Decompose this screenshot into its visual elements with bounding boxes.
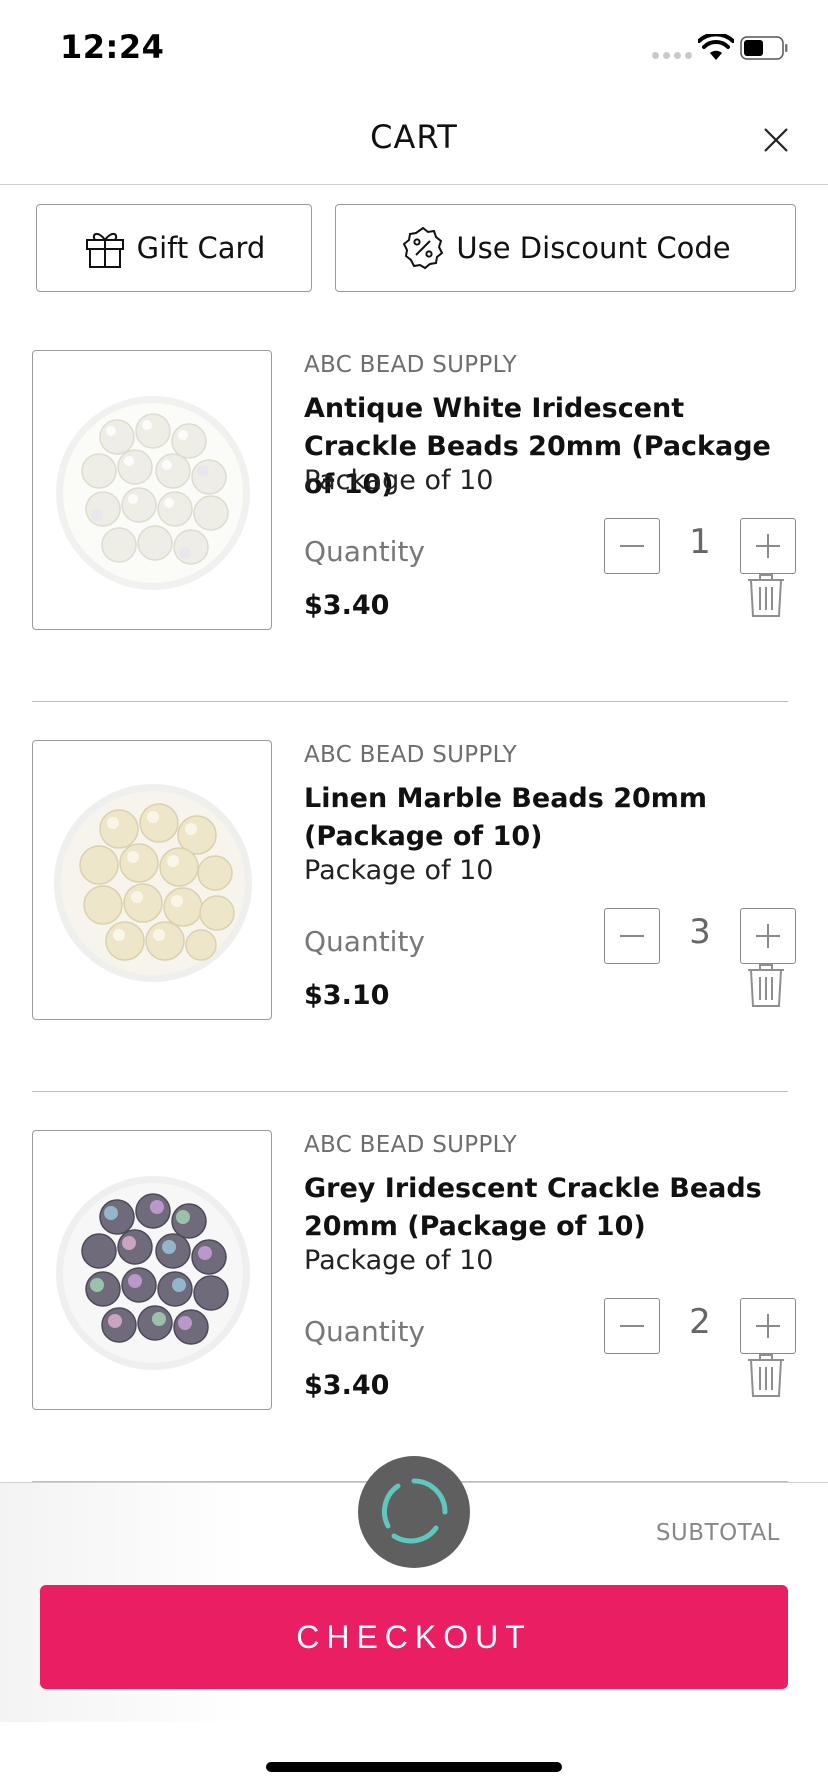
subtotal-label: SUBTOTAL <box>655 1520 780 1546</box>
quantity-decrease-button[interactable] <box>604 1298 660 1354</box>
loading-spinner <box>358 1456 470 1568</box>
page-title: CART <box>370 118 458 156</box>
quantity-increase-button[interactable] <box>740 518 796 574</box>
quantity-value: 3 <box>689 912 711 952</box>
discount-badge-icon <box>403 226 444 270</box>
gift-card-button[interactable]: Gift Card <box>36 204 312 292</box>
home-indicator[interactable] <box>266 1762 562 1772</box>
item-price: $3.40 <box>304 1370 390 1401</box>
status-time: 12:24 <box>60 28 165 66</box>
checkout-button[interactable]: CHECKOUT <box>40 1585 788 1689</box>
status-bar: 12:24 <box>0 0 828 100</box>
vendor-name: ABC BEAD SUPPLY <box>304 742 518 768</box>
product-name[interactable]: Linen Marble Beads 20mm (Package of 10) <box>304 780 788 856</box>
quantity-decrease-button[interactable] <box>604 518 660 574</box>
quantity-decrease-button[interactable] <box>604 908 660 964</box>
vendor-name: ABC BEAD SUPPLY <box>304 352 518 378</box>
quantity-label: Quantity <box>304 1315 425 1348</box>
cart-item: ABC BEAD SUPPLY Antique White Iridescent… <box>32 312 796 702</box>
quantity-increase-button[interactable] <box>740 1298 796 1354</box>
gift-icon <box>85 233 124 268</box>
discount-code-label: Use Discount Code <box>456 231 731 265</box>
cart-header: CART <box>0 100 828 185</box>
cart-item: ABC BEAD SUPPLY Linen Marble Beads 20mm … <box>32 702 796 1092</box>
product-image[interactable] <box>32 740 272 1020</box>
gift-card-label: Gift Card <box>136 231 266 265</box>
quantity-label: Quantity <box>304 535 425 568</box>
close-icon[interactable] <box>756 120 796 160</box>
quantity-value: 2 <box>689 1302 711 1342</box>
cart-item: ABC BEAD SUPPLY Grey Iridescent Crackle … <box>32 1092 796 1482</box>
item-price: $3.40 <box>304 590 390 621</box>
quantity-value: 1 <box>689 522 711 562</box>
trash-icon[interactable] <box>744 570 788 620</box>
product-image[interactable] <box>32 1130 272 1410</box>
battery-icon <box>740 36 788 60</box>
signal-icon <box>652 52 692 59</box>
vendor-name: ABC BEAD SUPPLY <box>304 1132 518 1158</box>
trash-icon[interactable] <box>744 1350 788 1400</box>
product-name[interactable]: Grey Iridescent Crackle Beads 20mm (Pack… <box>304 1170 788 1246</box>
product-variant: Package of 10 <box>304 855 494 886</box>
item-price: $3.10 <box>304 980 390 1011</box>
product-image[interactable] <box>32 350 272 630</box>
product-variant: Package of 10 <box>304 1245 494 1276</box>
loading-spinner-icon <box>381 1478 448 1544</box>
quantity-label: Quantity <box>304 925 425 958</box>
wifi-icon <box>698 34 734 60</box>
product-variant: Package of 10 <box>304 465 494 496</box>
quantity-increase-button[interactable] <box>740 908 796 964</box>
trash-icon[interactable] <box>744 960 788 1010</box>
discount-code-button[interactable]: Use Discount Code <box>335 204 796 292</box>
